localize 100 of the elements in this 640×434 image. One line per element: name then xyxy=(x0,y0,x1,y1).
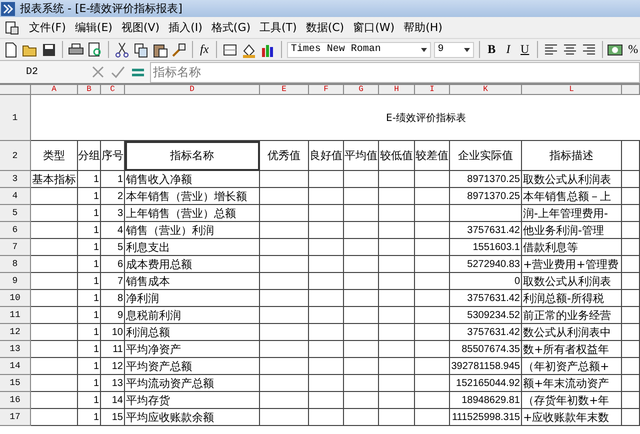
empty-cell xyxy=(622,222,640,239)
column-header[interactable]: L xyxy=(522,85,622,95)
underline-button[interactable]: U xyxy=(518,42,532,57)
border-icon[interactable] xyxy=(222,42,238,58)
empty-cell xyxy=(415,290,450,307)
menu-item[interactable]: 插入(I) xyxy=(168,20,202,35)
column-header[interactable]: E xyxy=(260,85,309,95)
row-header[interactable]: 2 xyxy=(0,141,31,171)
row-header[interactable]: 7 xyxy=(0,239,31,256)
table-cell: 7 xyxy=(101,273,125,290)
align-right-icon[interactable] xyxy=(580,42,596,58)
function-button[interactable]: fx xyxy=(198,42,212,57)
cancel-icon[interactable] xyxy=(90,64,106,80)
table-cell: 销售成本 xyxy=(125,273,260,290)
table-cell: 平均资产总额 xyxy=(125,358,260,375)
fill-color-icon[interactable] xyxy=(240,42,257,58)
empty-cell xyxy=(415,307,450,324)
empty-cell xyxy=(415,324,450,341)
row-header[interactable]: 8 xyxy=(0,256,31,273)
table-cell: 0 xyxy=(450,273,522,290)
window-title: 报表系统 - [E-绩效评价指标报表] xyxy=(20,1,182,16)
column-header[interactable]: H xyxy=(379,85,415,95)
format-painter-icon[interactable] xyxy=(170,42,187,58)
table-cell: +营业费用+管理费 xyxy=(522,256,622,273)
select-all-corner[interactable] xyxy=(0,85,31,95)
table-cell: 1 xyxy=(78,273,101,290)
row-header[interactable]: 16 xyxy=(0,392,31,409)
column-header[interactable]: D xyxy=(125,85,260,95)
table-cell: 1551603.1 xyxy=(450,239,522,256)
align-center-icon[interactable] xyxy=(562,42,578,58)
formula-input-field[interactable]: 指标名称 xyxy=(150,62,640,82)
table-cell: 1 xyxy=(78,256,101,273)
empty-cell xyxy=(344,256,379,273)
table-cell: 销售收入净额 xyxy=(125,171,260,188)
row-header[interactable]: 3 xyxy=(0,171,31,188)
empty-cell xyxy=(260,273,309,290)
row-header[interactable]: 12 xyxy=(0,324,31,341)
column-header[interactable]: G xyxy=(344,85,379,95)
column-header[interactable]: B xyxy=(78,85,101,95)
empty-cell xyxy=(622,307,640,324)
italic-button[interactable]: I xyxy=(501,42,516,57)
empty-cell xyxy=(379,222,415,239)
font-size-select[interactable]: 9 xyxy=(434,42,474,58)
row-header[interactable]: 10 xyxy=(0,290,31,307)
cut-icon[interactable] xyxy=(114,42,130,58)
column-header[interactable]: F xyxy=(309,85,344,95)
menu-item[interactable]: 工具(T) xyxy=(260,20,297,35)
menu-item[interactable]: 帮助(H) xyxy=(404,20,442,35)
menu-item[interactable]: 窗口(W) xyxy=(353,20,395,35)
empty-cell xyxy=(379,256,415,273)
currency-icon[interactable] xyxy=(607,42,624,58)
column-header[interactable]: A xyxy=(31,85,78,95)
table-cell: 成本费用总额 xyxy=(125,256,260,273)
row-header[interactable]: 1 xyxy=(0,95,31,141)
table-cell: 借款利息等 xyxy=(522,239,622,256)
row-header[interactable]: 17 xyxy=(0,409,31,426)
table-cell: 12 xyxy=(101,358,125,375)
print-icon[interactable] xyxy=(68,42,84,58)
table-cell: 取数公式从利润表 xyxy=(522,171,622,188)
copy-icon[interactable] xyxy=(132,42,149,58)
save-icon[interactable] xyxy=(41,42,57,58)
table-cell: 14 xyxy=(101,392,125,409)
empty-cell xyxy=(622,392,640,409)
row-header[interactable]: 15 xyxy=(0,375,31,392)
empty-cell xyxy=(379,205,415,222)
bold-button[interactable]: B xyxy=(484,42,498,57)
row-header[interactable]: 6 xyxy=(0,222,31,239)
row-header[interactable]: 5 xyxy=(0,205,31,222)
empty-cell xyxy=(260,307,309,324)
menu-item[interactable]: 数据(C) xyxy=(306,20,344,35)
column-header[interactable]: C xyxy=(101,85,125,95)
column-header[interactable]: I xyxy=(415,85,450,95)
table-cell: 5 xyxy=(101,239,125,256)
row-header[interactable]: 11 xyxy=(0,307,31,324)
column-heading-cell: 平均值 xyxy=(344,141,379,171)
font-select[interactable]: Times New Roman xyxy=(286,42,431,58)
confirm-icon[interactable] xyxy=(110,64,126,80)
table-cell: 平均净资产 xyxy=(125,341,260,358)
empty-cell xyxy=(415,341,450,358)
column-header[interactable]: K xyxy=(450,85,522,95)
menu-item[interactable]: 格式(G) xyxy=(211,20,251,35)
row-header[interactable]: 4 xyxy=(0,188,31,205)
paste-icon[interactable] xyxy=(152,42,168,58)
row-header[interactable]: 14 xyxy=(0,358,31,375)
empty-cell xyxy=(622,324,640,341)
print-preview-icon[interactable] xyxy=(86,42,103,58)
new-file-icon[interactable] xyxy=(3,42,19,58)
align-left-icon[interactable] xyxy=(542,42,558,58)
sheet-title: E-绩效评价指标表 xyxy=(386,112,466,124)
table-cell: 1 xyxy=(78,375,101,392)
menu-item[interactable]: 文件(F) xyxy=(29,20,66,35)
row-header[interactable]: 9 xyxy=(0,273,31,290)
table-cell: +应收账款年末数 xyxy=(522,409,622,426)
percent-button[interactable]: % xyxy=(626,42,640,57)
document-icon[interactable] xyxy=(4,20,20,36)
column-header[interactable] xyxy=(622,85,640,95)
row-header[interactable]: 13 xyxy=(0,341,31,358)
menu-item[interactable]: 视图(V) xyxy=(121,20,160,35)
table-cell: 4 xyxy=(101,222,125,239)
menu-item[interactable]: 编辑(E) xyxy=(74,20,112,35)
